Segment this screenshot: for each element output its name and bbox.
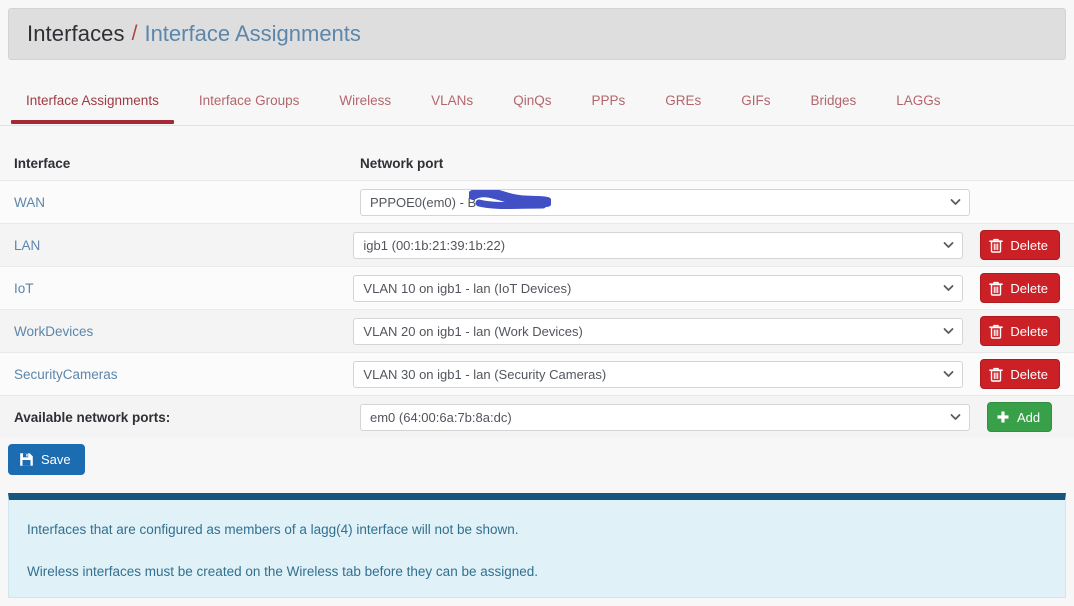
delete-button-iot[interactable]: Delete — [980, 273, 1060, 303]
add-button-label: Add — [1017, 409, 1041, 425]
interface-link-workdevices[interactable]: WorkDevices — [14, 324, 353, 339]
network-port-select-value: VLAN 30 on igb1 - lan (Security Cameras) — [363, 366, 607, 382]
tab-bridges[interactable]: Bridges — [790, 80, 876, 120]
network-port-cell: PPPOE0(em0) - B — [360, 188, 1060, 216]
tab-qinqs[interactable]: QinQs — [493, 80, 571, 120]
column-header-network-port: Network port — [360, 155, 444, 171]
interface-link-wan[interactable]: WAN — [14, 195, 360, 210]
table-row: IoT VLAN 10 on igb1 - lan (IoT Devices) — [0, 266, 1074, 309]
tab-gifs[interactable]: GIFs — [721, 80, 790, 120]
save-button-label: Save — [41, 452, 71, 467]
tab-vlans[interactable]: VLANs — [411, 80, 493, 120]
chevron-down-icon — [950, 197, 961, 208]
network-port-select-securitycameras[interactable]: VLAN 30 on igb1 - lan (Security Cameras) — [353, 360, 964, 388]
table-row: WorkDevices VLAN 20 on igb1 - lan (Work … — [0, 309, 1074, 352]
network-port-select-value: VLAN 20 on igb1 - lan (Work Devices) — [363, 323, 583, 339]
delete-button-label: Delete — [1010, 280, 1048, 296]
delete-button-label: Delete — [1010, 323, 1048, 339]
network-port-select-iot[interactable]: VLAN 10 on igb1 - lan (IoT Devices) — [353, 274, 964, 302]
chevron-down-icon — [943, 369, 954, 380]
chevron-down-icon — [943, 240, 954, 251]
interface-assignments-page: Interfaces / Interface Assignments Inter… — [0, 0, 1074, 606]
network-port-cell: igb1 (00:1b:21:39:1b:22) Delete — [353, 230, 1060, 260]
redaction-scribble — [468, 189, 552, 212]
plus-icon — [996, 410, 1010, 424]
network-port-cell: em0 (64:00:6a:7b:8a:dc) Add — [360, 402, 1060, 432]
chevron-down-icon — [943, 283, 954, 294]
delete-button-securitycameras[interactable]: Delete — [980, 359, 1060, 389]
network-port-select-value: PPPOE0(em0) - B — [370, 194, 477, 210]
available-ports-select-value: em0 (64:00:6a:7b:8a:dc) — [370, 409, 512, 425]
interface-link-securitycameras[interactable]: SecurityCameras — [14, 367, 353, 382]
network-port-select-wan[interactable]: PPPOE0(em0) - B — [360, 188, 970, 216]
available-ports-label: Available network ports: — [14, 409, 171, 425]
interface-link-iot[interactable]: IoT — [14, 281, 353, 296]
info-line-lagg: Interfaces that are configured as member… — [27, 522, 519, 537]
network-port-cell: VLAN 20 on igb1 - lan (Work Devices) Del… — [353, 316, 1060, 346]
trash-icon — [989, 281, 1004, 296]
delete-button-workdevices[interactable]: Delete — [980, 316, 1060, 346]
delete-button-lan[interactable]: Delete — [980, 230, 1060, 260]
network-port-select-value: VLAN 10 on igb1 - lan (IoT Devices) — [363, 280, 572, 296]
breadcrumb-separator: / — [131, 22, 138, 45]
table-row: SecurityCameras VLAN 30 on igb1 - lan (S… — [0, 352, 1074, 395]
chevron-down-icon — [943, 326, 954, 337]
breadcrumb-root: Interfaces — [27, 21, 125, 46]
network-port-select-workdevices[interactable]: VLAN 20 on igb1 - lan (Work Devices) — [353, 317, 964, 345]
table-row: WAN PPPOE0(em0) - B — [0, 180, 1074, 223]
tab-gres[interactable]: GREs — [645, 80, 721, 120]
available-ports-select[interactable]: em0 (64:00:6a:7b:8a:dc) — [360, 403, 970, 431]
network-port-cell: VLAN 30 on igb1 - lan (Security Cameras) — [353, 359, 1060, 389]
info-panel: Interfaces that are configured as member… — [8, 493, 1066, 598]
tab-interface-groups[interactable]: Interface Groups — [179, 80, 320, 120]
column-header-interface: Interface — [14, 155, 71, 171]
table-row: LAN igb1 (00:1b:21:39:1b:22) Delete — [0, 223, 1074, 266]
floppy-disk-icon — [19, 452, 34, 467]
chevron-down-icon — [950, 412, 961, 423]
delete-button-label: Delete — [1010, 366, 1048, 382]
table-header: Interface Network port — [0, 146, 1074, 180]
breadcrumb: Interfaces / Interface Assignments — [8, 8, 1066, 60]
tab-wireless[interactable]: Wireless — [319, 80, 411, 120]
delete-button-label: Delete — [1010, 237, 1048, 253]
network-port-select-lan[interactable]: igb1 (00:1b:21:39:1b:22) — [353, 231, 964, 259]
add-button[interactable]: Add — [987, 402, 1053, 432]
tab-laggs[interactable]: LAGGs — [876, 80, 960, 120]
assignments-table: Interface Network port WAN PPPOE0(em0) -… — [0, 146, 1074, 438]
trash-icon — [989, 238, 1004, 253]
trash-icon — [989, 324, 1004, 339]
tab-ppps[interactable]: PPPs — [571, 80, 645, 120]
available-ports-row: Available network ports: em0 (64:00:6a:7… — [0, 395, 1074, 438]
tab-bar: Interface Assignments Interface Groups W… — [0, 80, 1074, 126]
save-button[interactable]: Save — [8, 444, 85, 475]
network-port-select-value: igb1 (00:1b:21:39:1b:22) — [363, 237, 506, 253]
network-port-cell: VLAN 10 on igb1 - lan (IoT Devices) Dele… — [353, 273, 1060, 303]
tab-interface-assignments[interactable]: Interface Assignments — [6, 80, 179, 124]
breadcrumb-current[interactable]: Interface Assignments — [144, 21, 360, 47]
info-line-wireless: Wireless interfaces must be created on t… — [27, 564, 539, 579]
interface-link-lan[interactable]: LAN — [14, 238, 353, 253]
trash-icon — [989, 367, 1004, 382]
